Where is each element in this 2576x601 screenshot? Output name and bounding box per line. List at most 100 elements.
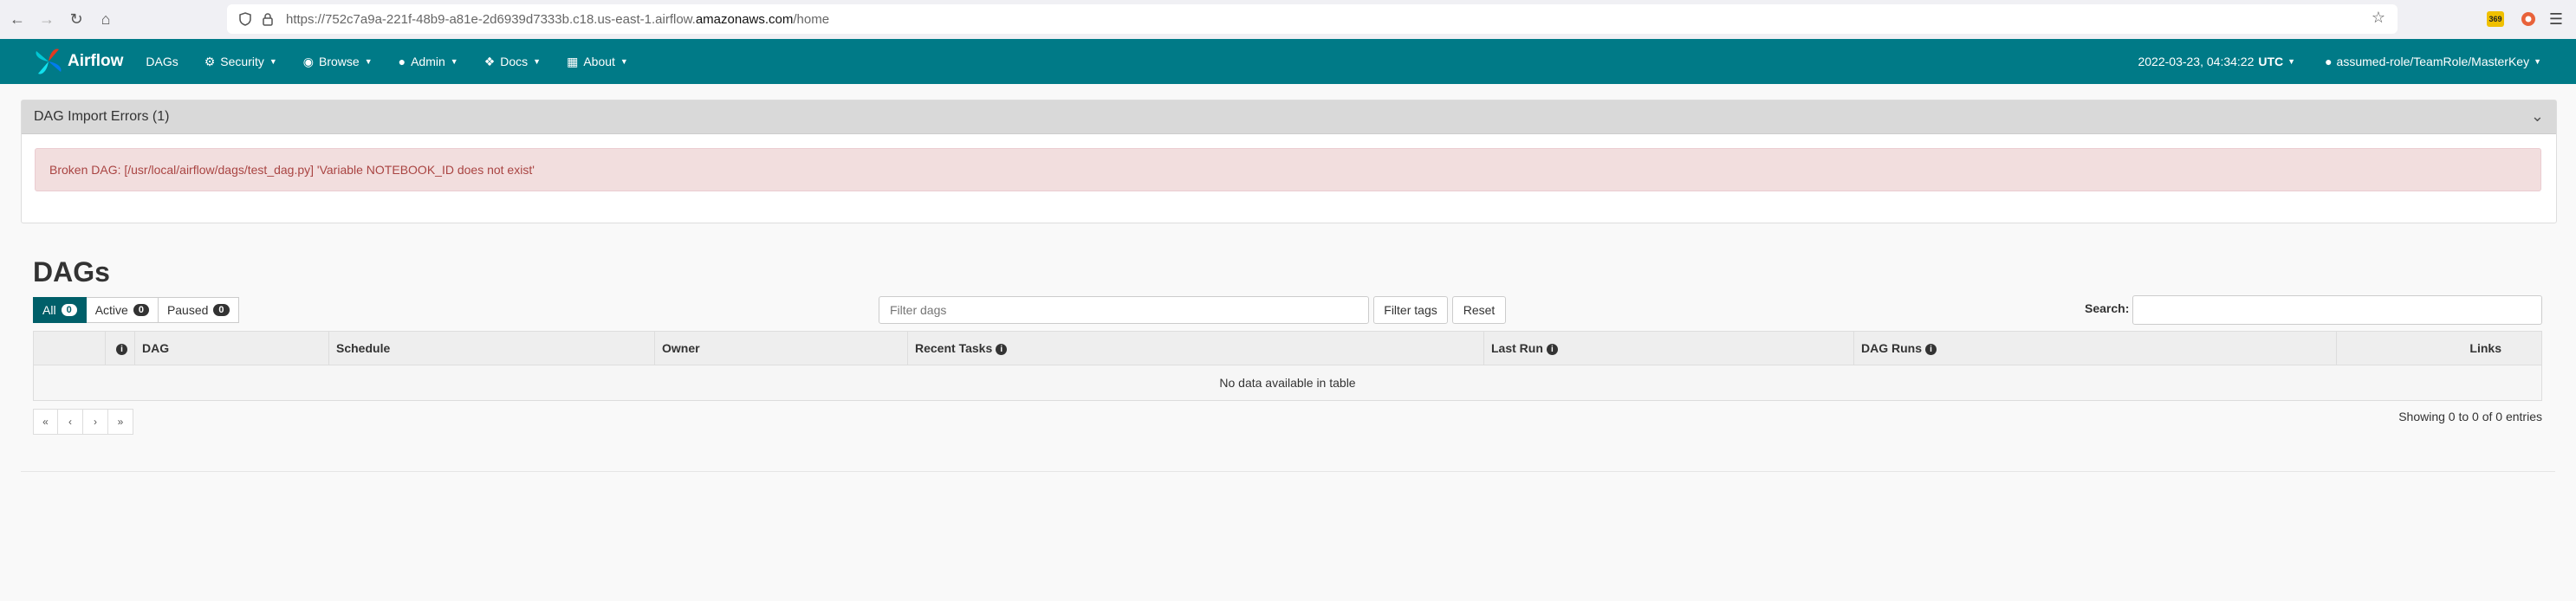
home-icon[interactable]: ⌂ xyxy=(94,8,118,32)
extension-badge[interactable]: 369 xyxy=(2487,11,2504,27)
lock-icon[interactable] xyxy=(258,10,277,29)
entries-info: Showing 0 to 0 of 0 entries xyxy=(2398,410,2542,423)
user-icon: ● xyxy=(398,55,406,68)
status-filter-group: All 0 Active 0 Paused 0 xyxy=(33,297,239,323)
caret-down-icon: ▼ xyxy=(620,57,628,66)
url-text[interactable]: https://752c7a9a-221f-48b9-a81e-2d6939d7… xyxy=(286,12,829,27)
nav-about-label: About xyxy=(583,55,615,68)
pagination: « ‹ › » xyxy=(33,409,133,435)
nav-about[interactable]: ▦ About ▼ xyxy=(567,55,628,69)
nav-browse-label: Browse xyxy=(319,55,360,68)
url-prefix: https://752c7a9a-221f-48b9-a81e-2d6939d7… xyxy=(286,11,696,27)
col-recent-tasks-label: Recent Tasks xyxy=(915,341,993,355)
user-dropdown[interactable]: ● assumed-role/TeamRole/MasterKey ▼ xyxy=(2325,55,2541,68)
col-dag[interactable]: DAG xyxy=(134,331,329,365)
col-dag-runs: DAG Runs i xyxy=(1853,331,2337,365)
nav-security-label: Security xyxy=(220,55,264,68)
filter-paused-button[interactable]: Paused 0 xyxy=(158,297,239,323)
col-last-run: Last Run i xyxy=(1483,331,1854,365)
url-domain: amazonaws.com xyxy=(695,11,794,27)
globe-icon: ◉ xyxy=(302,54,315,68)
first-page-button[interactable]: « xyxy=(33,409,58,435)
back-icon[interactable]: ← xyxy=(5,8,29,32)
import-errors-panel: DAG Import Errors (1) ⌄ Broken DAG: [/us… xyxy=(21,100,2557,223)
filter-tags-button[interactable]: Filter tags xyxy=(1373,296,1448,324)
caret-down-icon: ▼ xyxy=(2534,57,2541,66)
chevron-down-icon[interactable]: ⌄ xyxy=(2531,107,2544,126)
url-suffix: /home xyxy=(793,11,830,27)
col-dag-label: DAG xyxy=(142,341,170,355)
menu-icon[interactable]: ☰ xyxy=(2546,9,2566,29)
forward-icon[interactable]: → xyxy=(35,8,59,32)
col-dag-runs-label: DAG Runs xyxy=(1861,341,1922,355)
filter-all-button[interactable]: All 0 xyxy=(33,297,87,323)
main-navbar: Airflow DAGs ⚙ Security ▼ ◉ Browse ▼ ● Admin ▼… xyxy=(0,39,2576,84)
col-schedule[interactable]: Schedule xyxy=(328,331,655,365)
col-recent-tasks: Recent Tasks i xyxy=(907,331,1484,365)
info-icon[interactable]: i xyxy=(116,343,127,355)
brand-link[interactable]: Airflow xyxy=(33,46,123,77)
filter-active-button[interactable]: Active 0 xyxy=(86,297,159,323)
filter-paused-label: Paused xyxy=(166,303,209,317)
search-input[interactable] xyxy=(2132,295,2542,325)
caret-down-icon: ▼ xyxy=(269,57,277,66)
col-owner-label: Owner xyxy=(662,341,700,355)
filter-active-count: 0 xyxy=(133,304,149,316)
filter-dags-input[interactable] xyxy=(879,296,1369,324)
col-toggle xyxy=(33,331,106,365)
col-schedule-label: Schedule xyxy=(336,341,391,355)
divider xyxy=(21,471,2555,472)
import-error-alert: Broken DAG: [/usr/local/airflow/dags/tes… xyxy=(35,148,2541,191)
table-header-row: i DAG Schedule Owner Recent Tasks i Last … xyxy=(33,331,2542,365)
col-info: i xyxy=(105,331,135,365)
col-links-label: Links xyxy=(2469,341,2501,355)
filter-all-count: 0 xyxy=(61,304,77,316)
col-links: Links xyxy=(2336,331,2542,365)
book-icon: ❖ xyxy=(483,54,496,68)
import-error-message: Broken DAG: [/usr/local/airflow/dags/tes… xyxy=(49,163,535,177)
browser-toolbar: ← → ↻ ⌂ https://752c7a9a-221f-48b9-a81e-… xyxy=(0,0,2576,40)
filter-active-label: Active xyxy=(94,303,128,317)
col-owner[interactable]: Owner xyxy=(654,331,908,365)
nav-dags[interactable]: DAGs xyxy=(146,55,178,68)
page-title: DAGs xyxy=(33,256,110,288)
table-row: No data available in table xyxy=(33,365,2542,401)
bookmark-star-icon[interactable]: ☆ xyxy=(2372,9,2385,27)
datetime-text: 2022-03-23, 04:34:22 xyxy=(2138,55,2255,68)
dags-table: i DAG Schedule Owner Recent Tasks i Last … xyxy=(33,331,2542,401)
info-icon[interactable]: i xyxy=(1925,343,1937,355)
shield-icon[interactable] xyxy=(236,10,255,29)
timezone-text: UTC xyxy=(2258,55,2284,68)
nav-docs[interactable]: ❖ Docs ▼ xyxy=(484,55,541,69)
brand-text: Airflow xyxy=(68,52,124,70)
security-icon: ⚙ xyxy=(204,54,216,68)
import-errors-title: DAG Import Errors (1) xyxy=(34,109,170,124)
filter-paused-count: 0 xyxy=(213,304,230,316)
import-errors-header[interactable]: DAG Import Errors (1) ⌄ xyxy=(22,100,2556,134)
filter-all-label: All xyxy=(42,303,56,317)
prev-page-button[interactable]: ‹ xyxy=(58,409,83,435)
caret-down-icon: ▼ xyxy=(364,57,373,66)
reload-icon[interactable]: ↻ xyxy=(64,8,88,32)
extension-icon[interactable] xyxy=(2518,9,2539,29)
info-icon[interactable]: i xyxy=(1546,343,1558,355)
user-name: assumed-role/TeamRole/MasterKey xyxy=(2336,55,2530,68)
timezone-dropdown[interactable]: 2022-03-23, 04:34:22 UTC ▼ xyxy=(2138,55,2295,68)
reset-button[interactable]: Reset xyxy=(1452,296,1506,324)
nav-security[interactable]: ⚙ Security ▼ xyxy=(204,55,277,69)
nav-docs-label: Docs xyxy=(500,55,529,68)
info-icon[interactable]: i xyxy=(996,343,1008,355)
nav-admin-label: Admin xyxy=(411,55,445,68)
nav-right: 2022-03-23, 04:34:22 UTC ▼ ● assumed-rol… xyxy=(2138,39,2541,84)
caret-down-icon: ▼ xyxy=(533,57,542,66)
nav-browse[interactable]: ◉ Browse ▼ xyxy=(303,55,373,69)
address-bar[interactable]: https://752c7a9a-221f-48b9-a81e-2d6939d7… xyxy=(227,4,2398,34)
next-page-button[interactable]: › xyxy=(83,409,108,435)
user-icon: ● xyxy=(2325,55,2333,68)
nav-admin[interactable]: ● Admin ▼ xyxy=(399,55,458,68)
grid-icon: ▦ xyxy=(567,54,579,68)
last-page-button[interactable]: » xyxy=(108,409,133,435)
caret-down-icon: ▼ xyxy=(2287,57,2296,66)
search-label: Search: xyxy=(2085,301,2130,315)
airflow-logo-icon xyxy=(33,46,64,77)
